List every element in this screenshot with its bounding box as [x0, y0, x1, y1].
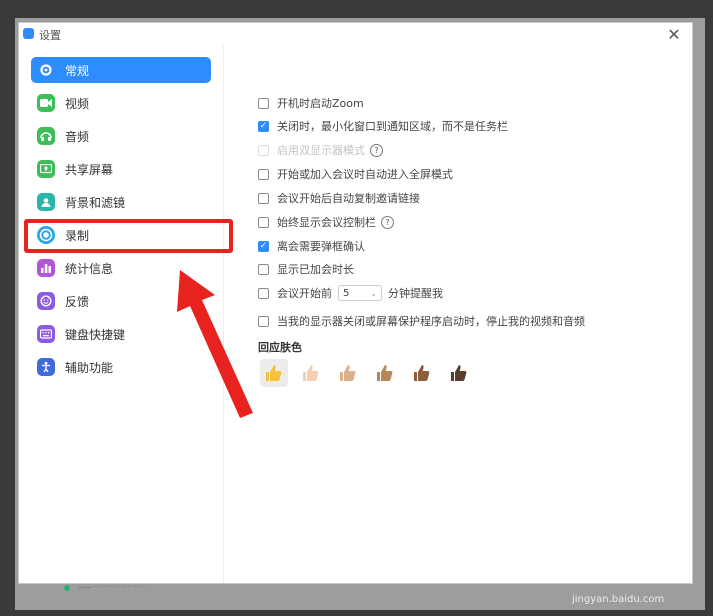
watermark-logo: Bai 经验	[545, 548, 669, 583]
arrow-shape	[177, 270, 253, 418]
annotation-arrow	[177, 270, 253, 418]
status-text: —— ·· ·· ··· · ·· ·· · ···	[78, 583, 146, 591]
status-dot-icon	[64, 585, 70, 591]
status-strip: —— ·· ·· ··· · ·· ·· · ···	[64, 583, 264, 593]
watermark-url: jingyan.baidu.com	[572, 594, 665, 605]
